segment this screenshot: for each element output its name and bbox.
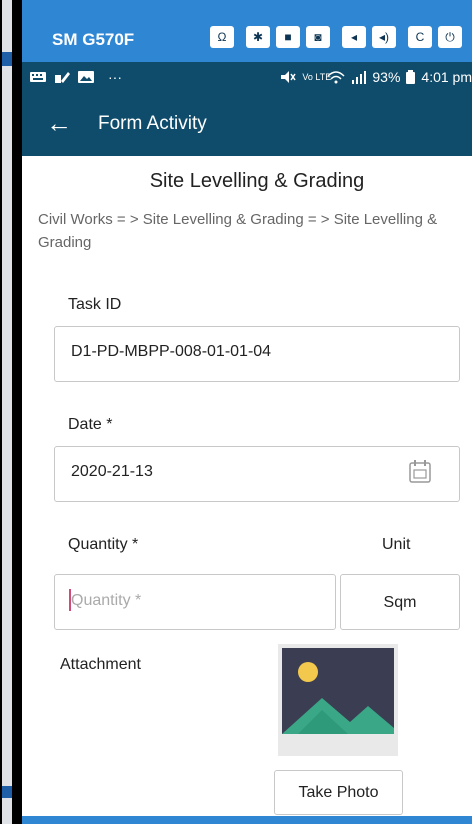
cell-signal-icon (352, 71, 367, 84)
notification-icons: ··· (30, 69, 122, 85)
unit-select[interactable]: Sqm (340, 574, 460, 630)
device-name: SM G570F (52, 30, 135, 49)
network-label: Vo LTE (302, 71, 332, 82)
app-title: Form Activity (98, 113, 207, 134)
quantity-label: Quantity * (68, 536, 139, 553)
attachment-label: Attachment (60, 656, 141, 673)
back-arrow-icon[interactable]: ← (46, 108, 72, 139)
date-field[interactable]: 2020-21-13 (54, 446, 460, 502)
date-label: Date * (68, 416, 113, 433)
battery-icon (406, 70, 416, 84)
rotate-icon[interactable]: C (408, 26, 432, 48)
task-id-value: D1-PD-MBPP-008-01-01-04 (71, 343, 272, 360)
unit-label: Unit (382, 536, 411, 553)
power-icon[interactable]: ⏻ (438, 26, 462, 48)
status-bar: ··· Vo LTE 93% 4:01 pm (22, 62, 472, 94)
left-window-panel (2, 0, 12, 824)
image-placeholder-icon (282, 648, 394, 734)
more-notifications: ··· (108, 69, 122, 85)
left-window-edge (0, 0, 22, 824)
task-id-label: Task ID (68, 296, 122, 313)
quantity-placeholder: Quantity * (71, 592, 142, 609)
image-icon (78, 71, 94, 83)
task-id-field[interactable]: D1-PD-MBPP-008-01-01-04 (54, 326, 460, 382)
volume-up-icon[interactable]: ◂) (372, 26, 396, 48)
phone-screen: SM G570F Ω ✱ ■ ◙ ◂ ◂) C ⏻ ··· Vo LTE 93%… (22, 0, 472, 824)
left-window-band-bottom (2, 786, 12, 798)
breadcrumb: Civil Works = > Site Levelling & Grading… (38, 211, 438, 251)
device-control-bar: SM G570F Ω ✱ ■ ◙ ◂ ◂) C ⏻ (22, 0, 472, 62)
video-icon[interactable]: ■ (276, 26, 300, 48)
clock: 4:01 pm (421, 69, 472, 85)
left-window-band-top (2, 52, 12, 66)
volume-down-icon[interactable]: ◂ (342, 26, 366, 48)
page-title: Site Levelling & Grading (149, 170, 365, 192)
camera-icon[interactable]: ◙ (306, 26, 330, 48)
mute-icon (281, 71, 296, 83)
calendar-icon[interactable] (409, 459, 431, 483)
settings-icon[interactable]: ✱ (246, 26, 270, 48)
attachment-thumbnail[interactable] (278, 644, 398, 756)
bottom-edge-bar (22, 816, 472, 824)
device-controls: Ω ✱ ■ ◙ ◂ ◂) C ⏻ (210, 26, 462, 48)
app-bar: ← Form Activity (22, 94, 472, 156)
date-value: 2020-21-13 (71, 463, 153, 480)
take-photo-button[interactable]: Take Photo (274, 770, 403, 815)
battery-percent: 93% (372, 69, 401, 85)
edit-icon (55, 72, 70, 83)
signal-icon (327, 71, 345, 84)
keyboard-icon (30, 72, 46, 82)
headset-icon[interactable]: Ω (210, 26, 234, 48)
system-status: Vo LTE 93% 4:01 pm (280, 69, 472, 85)
quantity-input[interactable]: Quantity * (54, 574, 336, 630)
